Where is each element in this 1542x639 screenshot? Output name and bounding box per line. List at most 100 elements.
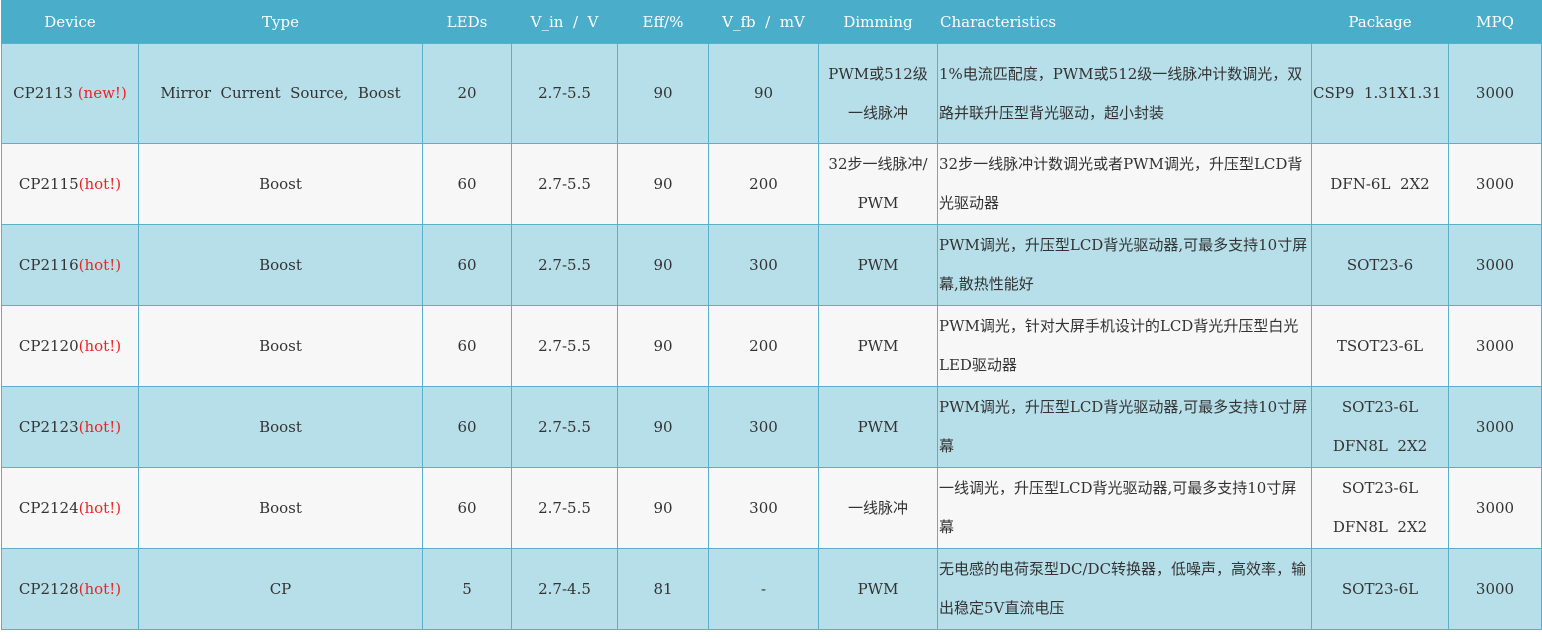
vfb-cell: 90	[708, 43, 819, 144]
characteristics-cell: PWM调光，针对大屏手机设计的LCD背光升压型白光LED驱动器	[937, 305, 1312, 387]
characteristics-cell: PWM调光，升压型LCD背光驱动器,可最多支持10寸屏幕,散热性能好	[937, 224, 1312, 306]
device-name: CP2115	[18, 174, 79, 193]
device-name: CP2123	[18, 417, 79, 436]
characteristics-cell: 32步一线脉冲计数调光或者PWM调光，升压型LCD背光驱动器	[937, 143, 1312, 225]
leds-cell: 60	[422, 386, 512, 468]
eff-cell: 90	[617, 224, 709, 306]
vin-cell: 2.7-5.5	[511, 386, 618, 468]
table-row: CP2120(hot!) Boost 60 2.7-5.5 90 200 PWM…	[1, 305, 1542, 387]
table-row: CP2113 (new!) Mirror Current Source, Boo…	[1, 43, 1542, 144]
characteristics-cell: 无电感的电荷泵型DC/DC转换器，低噪声，高效率，输出稳定5V直流电压	[937, 548, 1312, 630]
device-name: CP2120	[18, 336, 79, 355]
device-tag: (hot!)	[78, 174, 122, 193]
eff-cell: 90	[617, 467, 709, 549]
header-eff: Eff/%	[617, 0, 709, 44]
header-dimming: Dimming	[818, 0, 938, 44]
device-cell: CP2124(hot!)	[1, 467, 139, 549]
device-cell: CP2123(hot!)	[1, 386, 139, 468]
leds-cell: 20	[422, 43, 512, 144]
dimming-cell: PWM	[818, 386, 938, 468]
vfb-cell: 300	[708, 467, 819, 549]
package-cell: SOT23-6L DFN8L 2X2	[1311, 467, 1449, 549]
package-cell: SOT23-6L DFN8L 2X2	[1311, 386, 1449, 468]
table-row: CP2128(hot!) CP 5 2.7-4.5 81 - PWM 无电感的电…	[1, 548, 1542, 630]
leds-cell: 60	[422, 305, 512, 387]
mpq-cell: 3000	[1448, 143, 1542, 225]
type-cell: Boost	[138, 386, 423, 468]
device-cell: CP2120(hot!)	[1, 305, 139, 387]
characteristics-cell: 1%电流匹配度，PWM或512级一线脉冲计数调光，双路并联升压型背光驱动，超小封…	[937, 43, 1312, 144]
product-spec-table: Device Type LEDs V_in / V Eff/% V_fb / m…	[1, 0, 1542, 630]
package-cell: DFN-6L 2X2	[1311, 143, 1449, 225]
leds-cell: 5	[422, 548, 512, 630]
device-cell: CP2116(hot!)	[1, 224, 139, 306]
table-row: CP2116(hot!) Boost 60 2.7-5.5 90 300 PWM…	[1, 224, 1542, 306]
header-characteristics: Characteristics	[937, 0, 1312, 44]
characteristics-cell: PWM调光，升压型LCD背光驱动器,可最多支持10寸屏幕	[937, 386, 1312, 468]
device-tag: (hot!)	[78, 498, 122, 517]
leds-cell: 60	[422, 224, 512, 306]
vin-cell: 2.7-5.5	[511, 143, 618, 225]
mpq-cell: 3000	[1448, 386, 1542, 468]
header-leds: LEDs	[422, 0, 512, 44]
header-device: Device	[1, 0, 139, 44]
device-tag: (hot!)	[78, 579, 122, 598]
mpq-cell: 3000	[1448, 43, 1542, 144]
type-cell: CP	[138, 548, 423, 630]
leds-cell: 60	[422, 467, 512, 549]
package-cell: TSOT23-6L	[1311, 305, 1449, 387]
dimming-cell: 32步一线脉冲/ PWM	[818, 143, 938, 225]
vin-cell: 2.7-5.5	[511, 224, 618, 306]
mpq-cell: 3000	[1448, 224, 1542, 306]
header-type: Type	[138, 0, 423, 44]
vin-cell: 2.7-4.5	[511, 548, 618, 630]
vin-cell: 2.7-5.5	[511, 467, 618, 549]
eff-cell: 90	[617, 305, 709, 387]
header-mpq: MPQ	[1448, 0, 1542, 44]
mpq-cell: 3000	[1448, 305, 1542, 387]
vfb-cell: 300	[708, 386, 819, 468]
type-cell: Mirror Current Source, Boost	[138, 43, 423, 144]
type-cell: Boost	[138, 224, 423, 306]
mpq-cell: 3000	[1448, 548, 1542, 630]
vfb-cell: 200	[708, 305, 819, 387]
device-tag: (hot!)	[78, 336, 122, 355]
dimming-cell: PWM或512级一线脉冲	[818, 43, 938, 144]
eff-cell: 90	[617, 386, 709, 468]
header-vfb: V_fb / mV	[708, 0, 819, 44]
leds-cell: 60	[422, 143, 512, 225]
eff-cell: 81	[617, 548, 709, 630]
dimming-cell: PWM	[818, 305, 938, 387]
device-name: CP2124	[18, 498, 79, 517]
eff-cell: 90	[617, 143, 709, 225]
characteristics-cell: 一线调光，升压型LCD背光驱动器,可最多支持10寸屏幕	[937, 467, 1312, 549]
device-tag: (hot!)	[78, 255, 122, 274]
device-name: CP2128	[18, 579, 79, 598]
table-header-row: Device Type LEDs V_in / V Eff/% V_fb / m…	[1, 0, 1542, 44]
mpq-cell: 3000	[1448, 467, 1542, 549]
dimming-cell: PWM	[818, 548, 938, 630]
vin-cell: 2.7-5.5	[511, 305, 618, 387]
vin-cell: 2.7-5.5	[511, 43, 618, 144]
dimming-cell: PWM	[818, 224, 938, 306]
device-tag: (hot!)	[78, 417, 122, 436]
dimming-cell: 一线脉冲	[818, 467, 938, 549]
type-cell: Boost	[138, 305, 423, 387]
device-name: CP2113	[13, 84, 73, 102]
eff-cell: 90	[617, 43, 709, 144]
header-package: Package	[1311, 0, 1449, 44]
device-tag: (new!)	[72, 84, 127, 102]
table-row: CP2124(hot!) Boost 60 2.7-5.5 90 300 一线脉…	[1, 467, 1542, 549]
package-cell: SOT23-6	[1311, 224, 1449, 306]
table-row: CP2123(hot!) Boost 60 2.7-5.5 90 300 PWM…	[1, 386, 1542, 468]
type-cell: Boost	[138, 467, 423, 549]
device-cell: CP2113 (new!)	[1, 43, 139, 144]
vfb-cell: 300	[708, 224, 819, 306]
type-cell: Boost	[138, 143, 423, 225]
package-cell: SOT23-6L	[1311, 548, 1449, 630]
device-cell: CP2115(hot!)	[1, 143, 139, 225]
package-cell: CSP9 1.31X1.31	[1311, 43, 1449, 144]
header-vin: V_in / V	[511, 0, 618, 44]
table-row: CP2115(hot!) Boost 60 2.7-5.5 90 200 32步…	[1, 143, 1542, 225]
vfb-cell: -	[708, 548, 819, 630]
